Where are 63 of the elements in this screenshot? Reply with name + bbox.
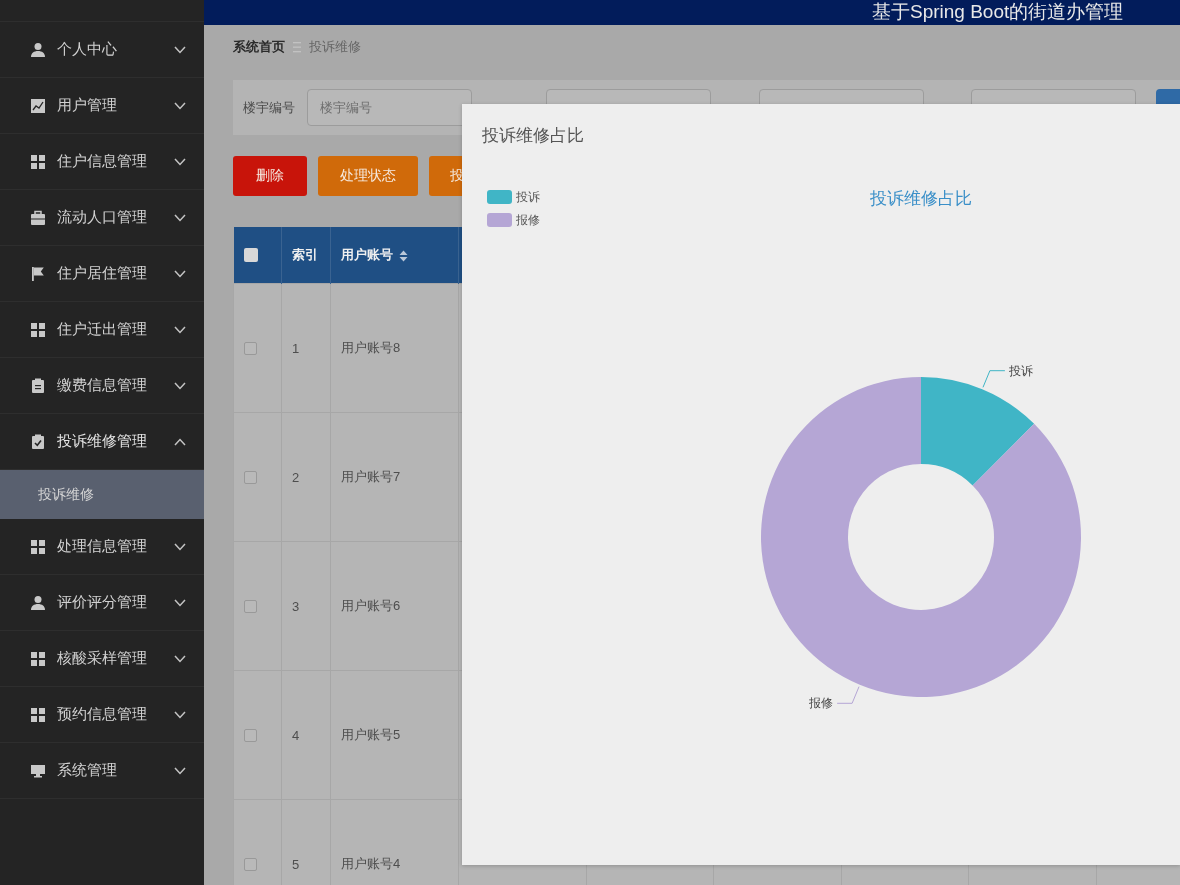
checkbox[interactable] bbox=[244, 341, 257, 355]
table-cell: 3 bbox=[292, 598, 300, 614]
sidebar-item[interactable]: 评价评分管理 bbox=[0, 575, 204, 631]
slice-label: 投诉 bbox=[1008, 363, 1033, 378]
donut-slice[interactable] bbox=[921, 377, 1035, 486]
sidebar-item[interactable]: 住户居住管理 bbox=[0, 246, 204, 302]
donut-slice[interactable] bbox=[761, 377, 1081, 697]
checkbox[interactable] bbox=[244, 857, 257, 871]
sidebar-item[interactable]: 住户信息管理 bbox=[0, 134, 204, 190]
sidebar-item[interactable]: 核酸采样管理 bbox=[0, 631, 204, 687]
table-cell: 用户账号6 bbox=[341, 598, 401, 613]
table-cell: 2 bbox=[292, 469, 300, 485]
action-button[interactable]: 删除 bbox=[233, 156, 307, 196]
checkbox[interactable] bbox=[243, 248, 258, 262]
grid-icon bbox=[30, 153, 46, 170]
separator-icon bbox=[293, 41, 301, 53]
slice-label: 报修 bbox=[809, 696, 834, 711]
app-title: 基于Spring Boot的街道办管理 bbox=[872, 1, 1124, 23]
sidebar-subitem[interactable]: 投诉维修 bbox=[0, 470, 204, 519]
input-field[interactable]: 楼宇编号 bbox=[307, 89, 472, 126]
chart-title: 投诉维修占比 bbox=[870, 189, 972, 208]
clipboard-check-icon bbox=[30, 433, 46, 450]
checkbox[interactable] bbox=[244, 728, 257, 742]
grid-icon bbox=[30, 650, 46, 667]
breadcrumb-link[interactable]: 系统首页 bbox=[233, 38, 285, 56]
person-icon bbox=[30, 594, 46, 611]
checkbox[interactable] bbox=[244, 599, 257, 613]
sidebar-item[interactable]: 处理信息管理 bbox=[0, 519, 204, 575]
person-icon bbox=[30, 41, 46, 58]
grid-icon bbox=[30, 706, 46, 723]
monitor-icon bbox=[30, 762, 46, 779]
briefcase-icon bbox=[30, 209, 46, 226]
leader-line bbox=[836, 686, 860, 704]
sidebar-item[interactable]: 预约信息管理 bbox=[0, 687, 204, 743]
leader-line bbox=[982, 370, 1006, 388]
checkbox[interactable] bbox=[244, 470, 257, 484]
table-cell: 4 bbox=[292, 727, 300, 743]
column-header: 索引 bbox=[292, 247, 318, 262]
breadcrumb-current: 投诉维修 bbox=[309, 38, 361, 56]
table-cell: 用户账号8 bbox=[341, 340, 401, 355]
grid-icon bbox=[30, 538, 46, 555]
flag-icon bbox=[30, 265, 46, 282]
clipboard-icon bbox=[30, 377, 46, 394]
sidebar-item[interactable]: 系统管理 bbox=[0, 743, 204, 799]
table-cell: 用户账号7 bbox=[341, 469, 401, 484]
legend-label: 报修 bbox=[515, 213, 540, 227]
sidebar-item[interactable]: 个人中心 bbox=[0, 22, 204, 78]
legend-label: 投诉 bbox=[515, 190, 540, 204]
dialog-title: 投诉维修占比 bbox=[482, 125, 584, 147]
field-label: 楼宇编号 bbox=[243, 98, 295, 117]
table-cell: 用户账号5 bbox=[341, 727, 401, 742]
table-cell: 1 bbox=[292, 340, 300, 356]
sidebar-item[interactable]: 住户迁出管理 bbox=[0, 302, 204, 358]
column-header[interactable]: 用户账号 bbox=[341, 247, 393, 262]
chart-icon bbox=[30, 97, 46, 114]
sidebar-item[interactable]: 流动人口管理 bbox=[0, 190, 204, 246]
table-cell: 用户账号4 bbox=[341, 856, 401, 871]
table-cell: 5 bbox=[292, 856, 300, 872]
sidebar-item[interactable]: 缴费信息管理 bbox=[0, 358, 204, 414]
legend-item[interactable]: 报修 bbox=[487, 213, 540, 227]
sidebar-item[interactable]: 用户管理 bbox=[0, 78, 204, 134]
grid-icon bbox=[30, 321, 46, 338]
legend-item[interactable]: 投诉 bbox=[487, 190, 540, 204]
